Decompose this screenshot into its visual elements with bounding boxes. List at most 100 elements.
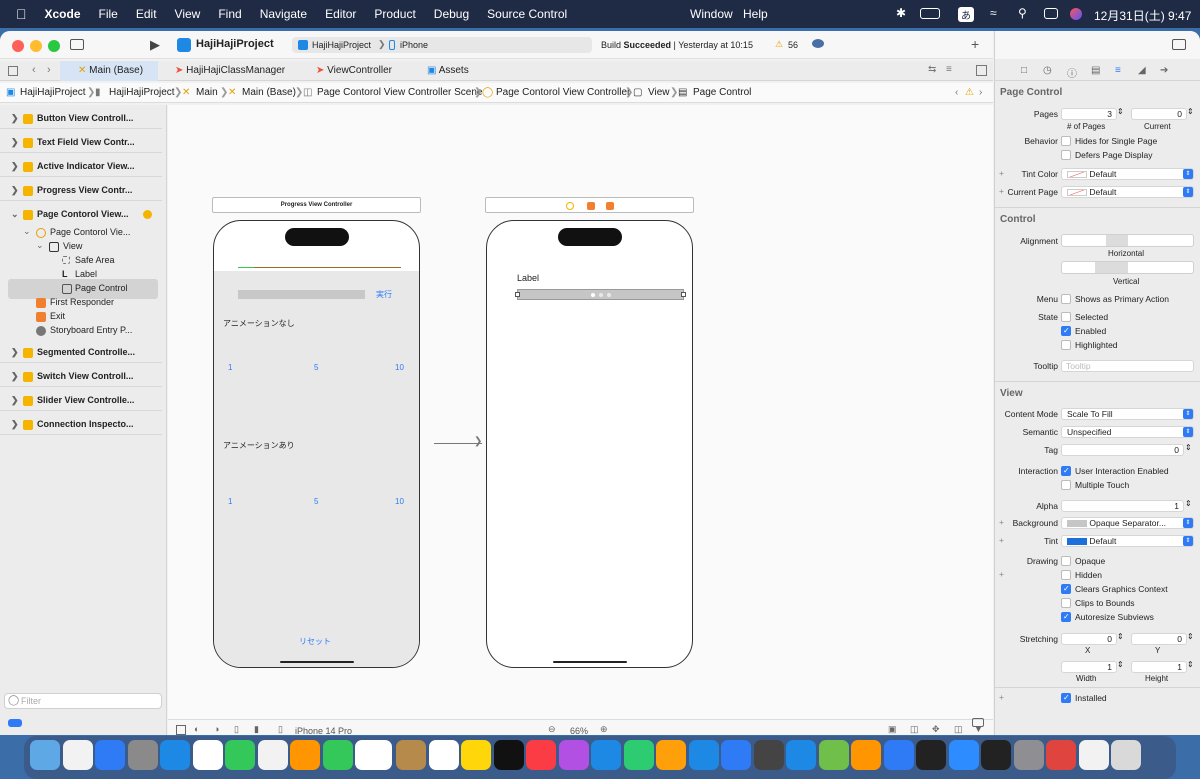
reset-button[interactable]: リセット — [299, 636, 331, 647]
label[interactable]: Label — [517, 273, 539, 283]
first-responder-icon[interactable] — [587, 202, 595, 210]
dock-app-icon[interactable] — [948, 740, 979, 770]
dock-app-icon[interactable] — [30, 740, 60, 770]
orientation-icon[interactable]: ▮ — [254, 724, 259, 735]
stepper-icon[interactable]: ⇕ — [1117, 632, 1124, 641]
add-variation-icon[interactable]: + — [999, 168, 1004, 178]
stretch-x-stepper[interactable]: 0 — [1061, 633, 1117, 645]
vertical-alignment-control[interactable] — [1061, 261, 1194, 274]
dock-app-icon[interactable] — [818, 740, 849, 770]
list-item[interactable]: ❯ Active Indicator View... — [0, 157, 162, 177]
zoom-level[interactable]: 66% — [570, 726, 588, 735]
add-variation-icon[interactable]: + — [999, 535, 1004, 545]
breadcrumb-page-control[interactable]: Page Control — [693, 87, 751, 98]
dock-app-icon[interactable] — [623, 740, 654, 770]
progress-view-controller-device[interactable]: 実行 アニメーションなし 1 5 10 アニメーションあり 1 5 10 リセッ… — [213, 220, 420, 668]
current-page-stepper[interactable]: 0 — [1131, 108, 1187, 120]
hides-single-page-checkbox[interactable] — [1061, 136, 1071, 146]
bluetooth-icon[interactable]: ✱ — [896, 6, 906, 20]
chevron-right-icon[interactable]: ❯ — [11, 185, 19, 196]
dock-app-icon[interactable] — [160, 740, 190, 770]
chevron-right-icon[interactable]: ❯ — [11, 371, 19, 382]
add-variation-icon[interactable]: + — [999, 186, 1004, 196]
dock-app-icon[interactable] — [981, 740, 1011, 770]
pages-stepper[interactable]: 3 — [1061, 108, 1117, 120]
dark-mode-icon[interactable]: ◑ — [214, 724, 219, 734]
breadcrumb-scene[interactable]: Page Contorol View Controller Scene — [317, 87, 482, 98]
menu-navigate[interactable]: Navigate — [260, 7, 307, 21]
apple-icon[interactable]:  — [16, 6, 27, 22]
next-issue-icon[interactable]: › — [979, 87, 982, 98]
tab-main-base[interactable]: ✕ Main (Base) — [60, 61, 158, 81]
semantic-select[interactable]: Unspecified ⇕ — [1061, 426, 1194, 438]
update-frames-icon[interactable]: ▣ — [888, 724, 897, 735]
alpha-stepper[interactable]: 1 — [1061, 500, 1184, 512]
dock-app-icon[interactable] — [396, 740, 426, 770]
warning-icon[interactable]: ⚠ — [965, 87, 974, 98]
stepper-icon[interactable]: ⇕ — [1185, 499, 1192, 508]
list-item[interactable]: Storyboard Entry P... — [0, 321, 162, 341]
help-inspector-icon[interactable]: ⓘ — [1067, 65, 1077, 80]
input-method-icon[interactable]: あ — [958, 7, 974, 22]
list-item[interactable]: ❯ Progress View Contr... — [0, 181, 162, 201]
list-item[interactable]: ❯ Button View Controll... — [0, 109, 162, 129]
dock-app-icon[interactable] — [62, 740, 93, 770]
view-controller-icon[interactable] — [566, 202, 574, 210]
menu-help[interactable]: Help — [743, 7, 768, 21]
page-control-view-controller-device[interactable]: Label — [486, 220, 693, 668]
chevron-right-icon[interactable]: ❯ — [11, 113, 19, 124]
stepper-icon[interactable]: ⇕ — [1117, 660, 1124, 669]
dock-app-icon[interactable] — [355, 740, 385, 770]
resize-handle[interactable] — [681, 292, 686, 297]
storyboard-canvas[interactable]: Progress View Controller 実行 アニメーションなし 1 … — [168, 105, 993, 719]
outline-toggle-icon[interactable] — [176, 725, 186, 735]
chevron-right-icon[interactable]: ❯ — [11, 161, 19, 172]
resize-handle[interactable] — [515, 292, 520, 297]
dock-app-icon[interactable] — [290, 740, 320, 770]
warning-count[interactable]: 56 — [788, 40, 798, 50]
dock-app-icon[interactable] — [322, 740, 353, 770]
menu-file[interactable]: File — [99, 7, 118, 21]
history-inspector-icon[interactable]: ◷ — [1043, 65, 1052, 76]
previous-issue-icon[interactable]: ‹ — [955, 87, 958, 98]
text-field[interactable] — [238, 290, 365, 299]
page-control[interactable] — [515, 289, 686, 300]
stretch-width-stepper[interactable]: 1 — [1061, 661, 1117, 673]
list-item[interactable]: ❯ Text Field View Contr... — [0, 133, 162, 153]
autoresize-checkbox[interactable] — [1061, 612, 1071, 622]
stepper-icon[interactable]: ⇕ — [1187, 660, 1194, 669]
battery-icon[interactable] — [920, 8, 940, 19]
defers-display-checkbox[interactable] — [1061, 150, 1071, 160]
dock-app-icon[interactable] — [461, 740, 491, 770]
menu-source-control[interactable]: Source Control — [487, 7, 567, 21]
file-inspector-icon[interactable]: □ — [1021, 65, 1027, 76]
outline-toggle-icon[interactable] — [8, 719, 22, 727]
breadcrumb-folder[interactable]: HajiHajiProject — [109, 87, 175, 98]
dock-app-icon[interactable] — [95, 740, 125, 770]
list-item[interactable]: ❯ Switch View Controll... — [0, 367, 162, 387]
device-orientation-icon[interactable]: ▯ — [234, 724, 239, 735]
stepper-icon[interactable]: ⇕ — [1187, 632, 1194, 641]
identity-inspector-icon[interactable]: ▤ — [1091, 65, 1100, 76]
dock-app-icon[interactable] — [127, 740, 158, 770]
primary-action-checkbox[interactable] — [1061, 294, 1071, 304]
clears-context-checkbox[interactable] — [1061, 584, 1071, 594]
selected-checkbox[interactable] — [1061, 312, 1071, 322]
forward-icon[interactable]: › — [47, 64, 51, 76]
wifi-icon[interactable]: ≈ — [990, 6, 997, 20]
tab-assets[interactable]: ▣ Assets — [427, 61, 469, 81]
attributes-inspector-icon[interactable]: ≡ — [1115, 65, 1121, 76]
add-variation-icon[interactable]: + — [999, 569, 1004, 579]
dock-app-icon[interactable] — [916, 740, 946, 770]
sidebar-toggle-icon[interactable] — [70, 39, 84, 50]
progress-bar[interactable] — [238, 267, 401, 268]
user-interaction-checkbox[interactable] — [1061, 466, 1071, 476]
clips-bounds-checkbox[interactable] — [1061, 598, 1071, 608]
back-icon[interactable]: ‹ — [32, 64, 36, 76]
chevron-down-icon[interactable]: ⌄ — [36, 240, 44, 251]
editor-options-icon[interactable]: ≡ — [946, 64, 952, 75]
dock-app-icon[interactable] — [688, 740, 719, 770]
size-inspector-icon[interactable]: ◢ — [1138, 65, 1146, 76]
breadcrumb-project[interactable]: HajiHajiProject — [20, 87, 86, 98]
stepper-icon[interactable]: ⇕ — [1117, 107, 1124, 116]
